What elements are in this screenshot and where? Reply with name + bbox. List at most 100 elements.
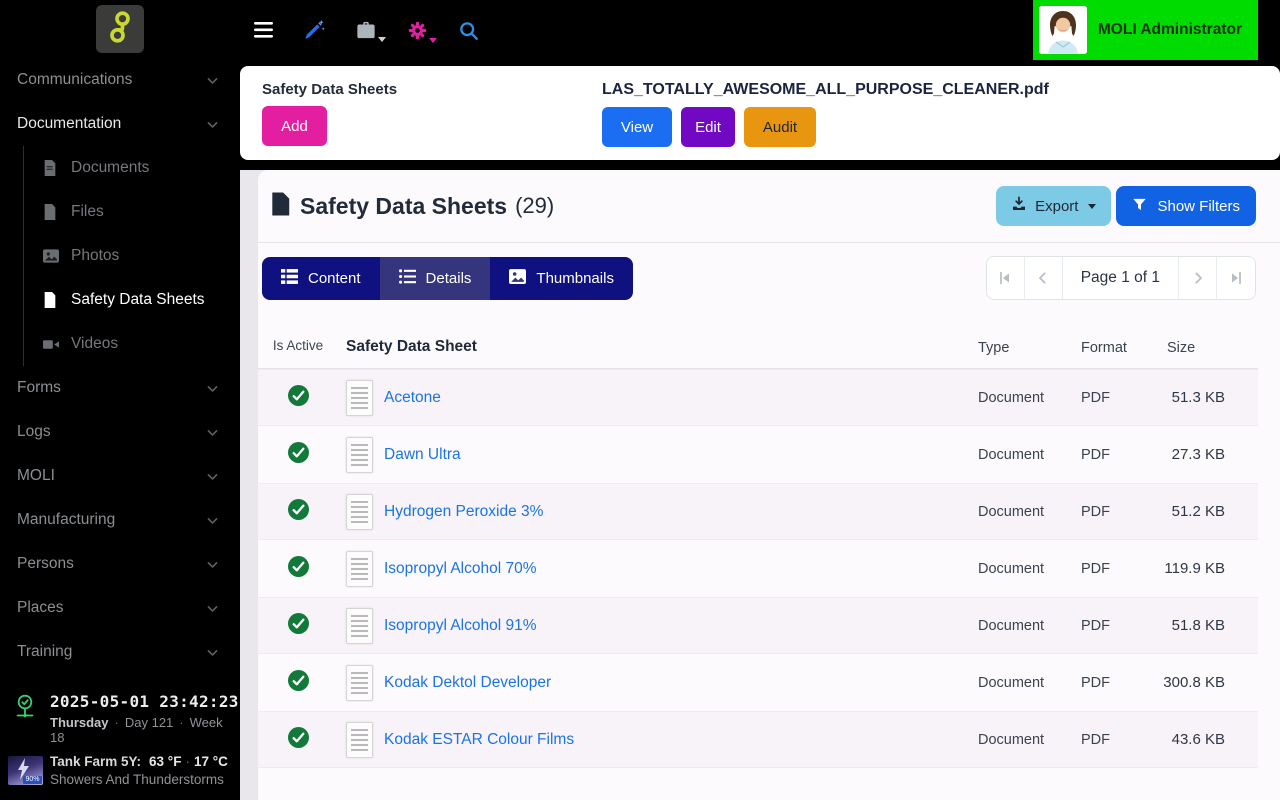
sidebar-item-training[interactable]: Training (0, 630, 240, 674)
document-thumbnail (346, 722, 373, 758)
view-button[interactable]: View (602, 107, 672, 147)
tab-details[interactable]: Details (380, 257, 491, 300)
action-panel-title: Safety Data Sheets (262, 81, 397, 98)
cell-name: Kodak Dektol Developer (338, 665, 978, 701)
check-circle-icon (288, 385, 309, 411)
chevron-down-icon (206, 118, 219, 131)
sidebar-item-communications[interactable]: Communications (0, 58, 240, 102)
sidebar-item-label: Files (71, 203, 104, 221)
sidebar-item-places[interactable]: Places (0, 586, 240, 630)
file-icon (270, 191, 290, 222)
row-name-link[interactable]: Dawn Ultra (384, 446, 461, 464)
avatar (1039, 6, 1087, 54)
content-zone: Safety Data Sheets (29) Export Show Filt… (240, 170, 1280, 800)
menu-icon[interactable] (254, 22, 273, 38)
chevron-down-icon (206, 514, 219, 527)
cell-is-active (258, 613, 338, 639)
table-body: Acetone Document PDF 51.3 KB Dawn Ultra … (258, 369, 1258, 768)
magic-wand-icon[interactable] (303, 19, 325, 41)
cell-size: 51.8 KB (1163, 617, 1258, 634)
sidebar-item-files[interactable]: Files (24, 190, 240, 234)
last-page-button[interactable] (1217, 257, 1255, 299)
cell-name: Acetone (338, 380, 978, 416)
cell-type: Document (978, 618, 1081, 634)
check-circle-icon (288, 613, 309, 639)
sidebar-item-photos[interactable]: Photos (24, 234, 240, 278)
header-type: Type (978, 340, 1081, 356)
cell-size: 51.3 KB (1163, 389, 1258, 406)
sidebar-item-documentation[interactable]: Documentation (0, 102, 240, 146)
sidebar-item-logs[interactable]: Logs (0, 410, 240, 454)
row-name-link[interactable]: Kodak ESTAR Colour Films (384, 731, 574, 749)
sidebar-item-label: Documentation (17, 115, 121, 133)
top-dark-zone: MOLI Administrator Safety Data Sheets Ad… (240, 0, 1280, 170)
export-button[interactable]: Export (996, 186, 1111, 226)
app-logo[interactable] (96, 5, 144, 53)
sidebar-item-label: Documents (71, 159, 149, 177)
page-indicator: Page 1 of 1 (1063, 257, 1179, 299)
row-name-link[interactable]: Hydrogen Peroxide 3% (384, 503, 543, 521)
view-tabs: Content Details Thumbnails (262, 257, 633, 300)
toolbox-icon[interactable] (355, 20, 377, 40)
sidebar-item-label: Forms (17, 379, 61, 397)
file-icon (43, 292, 59, 308)
datetime-value: 2025-05-01 23:42:23 (50, 692, 240, 711)
date-detail: Thursday·Day 121·Week 18 (50, 715, 240, 745)
storm-thumbnail: 90% (8, 756, 43, 785)
sidebar-item-persons[interactable]: Persons (0, 542, 240, 586)
cell-is-active (258, 385, 338, 411)
table-row: Hydrogen Peroxide 3% Document PDF 51.2 K… (258, 483, 1258, 540)
table-grid-icon (281, 269, 298, 288)
selected-filename: LAS_TOTALLY_AWESOME_ALL_PURPOSE_CLEANER.… (602, 81, 1049, 99)
audit-button[interactable]: Audit (744, 107, 816, 147)
row-name-link[interactable]: Isopropyl Alcohol 91% (384, 617, 537, 635)
edit-button[interactable]: Edit (681, 107, 735, 147)
sidebar-item-moli[interactable]: MOLI (0, 454, 240, 498)
download-icon (1011, 196, 1027, 216)
tab-thumbnails[interactable]: Thumbnails (490, 257, 633, 300)
sidebar-item-documents[interactable]: Documents (24, 146, 240, 190)
chevron-down-icon (206, 646, 219, 659)
table-row: Kodak Dektol Developer Document PDF 300.… (258, 654, 1258, 711)
row-name-link[interactable]: Acetone (384, 389, 441, 407)
next-page-button[interactable] (1179, 257, 1217, 299)
page-title: Safety Data Sheets (300, 193, 507, 220)
search-icon[interactable] (458, 20, 479, 41)
export-label: Export (1035, 198, 1078, 215)
chevron-down-icon (206, 74, 219, 87)
document-icon (43, 160, 59, 176)
row-name-link[interactable]: Isopropyl Alcohol 70% (384, 560, 537, 578)
sidebar-item-safety-data-sheets[interactable]: Safety Data Sheets (24, 278, 240, 322)
show-filters-button[interactable]: Show Filters (1116, 186, 1256, 226)
record-count: (29) (515, 193, 554, 219)
sidebar-item-forms[interactable]: Forms (0, 366, 240, 410)
previous-page-button[interactable] (1025, 257, 1063, 299)
cell-format: PDF (1081, 561, 1163, 577)
sidebar-item-videos[interactable]: Videos (24, 322, 240, 366)
pagination: Page 1 of 1 (986, 256, 1256, 300)
sidebar-item-manufacturing[interactable]: Manufacturing (0, 498, 240, 542)
file-icon (43, 204, 59, 220)
cell-name: Isopropyl Alcohol 91% (338, 608, 978, 644)
cell-name: Kodak ESTAR Colour Films (338, 722, 978, 758)
main-column: MOLI Administrator Safety Data Sheets Ad… (240, 0, 1280, 800)
add-button[interactable]: Add (262, 106, 327, 146)
show-filters-label: Show Filters (1157, 198, 1240, 215)
tab-content[interactable]: Content (262, 257, 380, 300)
check-circle-icon (288, 556, 309, 582)
table-header-row: Is Active Safety Data Sheet Type Format … (258, 323, 1258, 369)
gear-icon[interactable] (407, 20, 428, 41)
cell-format: PDF (1081, 732, 1163, 748)
row-name-link[interactable]: Kodak Dektol Developer (384, 674, 551, 692)
document-thumbnail (346, 437, 373, 473)
tab-label: Content (308, 270, 361, 287)
sidebar-item-label: Places (17, 599, 64, 617)
sidebar-item-label: Photos (71, 247, 119, 265)
topbar-icons (240, 19, 479, 41)
caret-down-icon (1088, 204, 1096, 209)
first-page-button[interactable] (987, 257, 1025, 299)
admin-user-label: MOLI Administrator (1098, 21, 1242, 39)
cell-type: Document (978, 732, 1081, 748)
admin-user-badge[interactable]: MOLI Administrator (1033, 0, 1258, 60)
table-row: Dawn Ultra Document PDF 27.3 KB (258, 426, 1258, 483)
